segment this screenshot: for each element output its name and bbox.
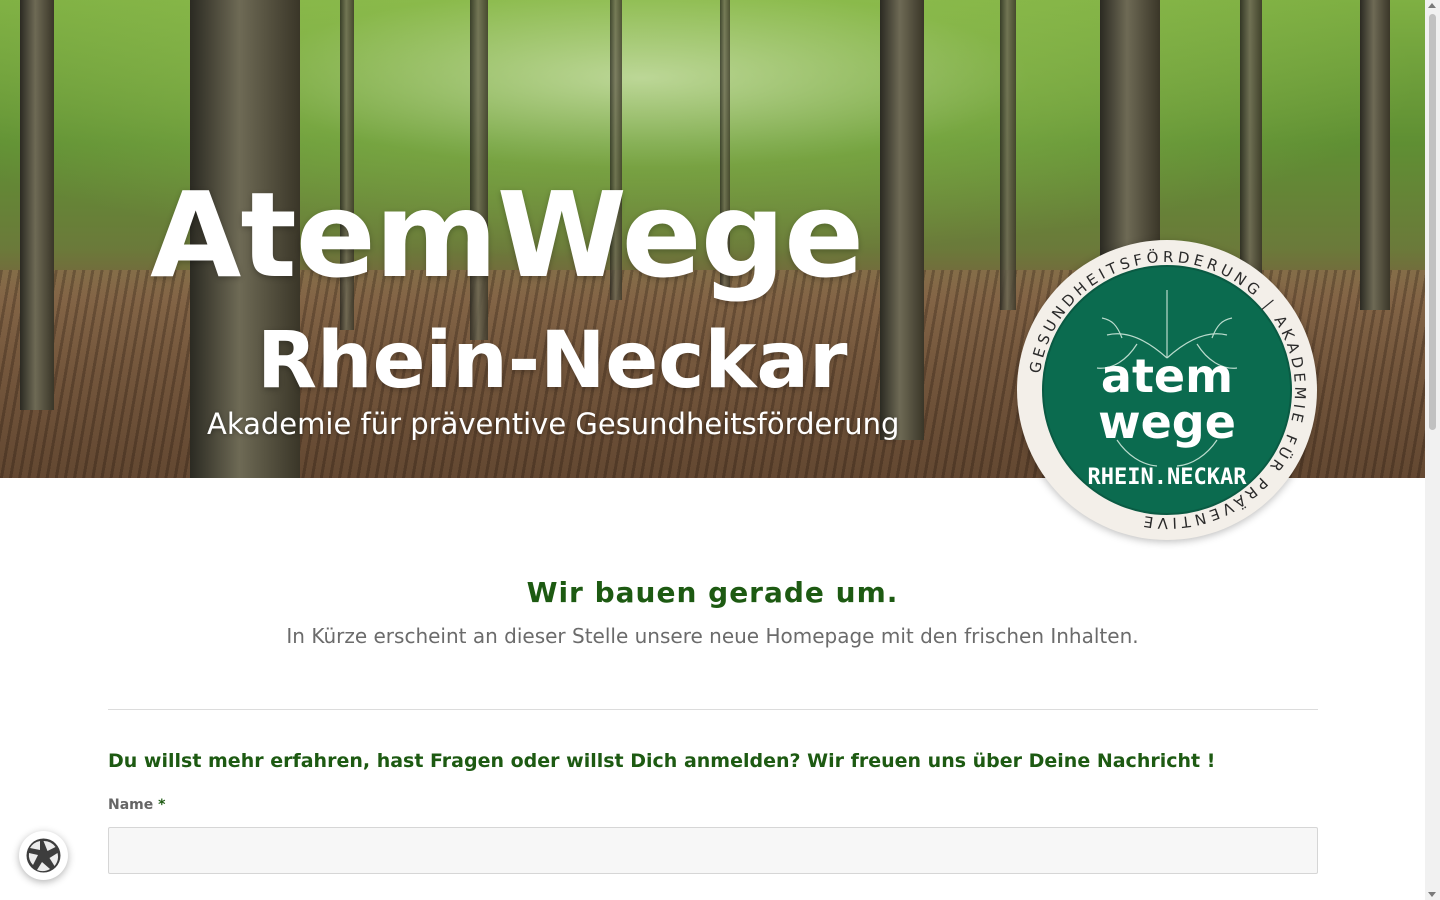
logo-word-wege: wege: [1098, 395, 1236, 449]
scroll-down-icon[interactable]: [1428, 892, 1436, 897]
page-scrollbar[interactable]: [1425, 0, 1440, 900]
section-divider: [108, 709, 1318, 710]
privacy-settings-icon: [26, 838, 61, 873]
site-tagline: Akademie für präventive Gesundheitsförde…: [207, 407, 900, 441]
contact-form-intro: Du willst mehr erfahren, hast Fragen ode…: [108, 750, 1216, 772]
scroll-up-icon[interactable]: [1428, 3, 1436, 8]
privacy-settings-button[interactable]: [19, 831, 68, 880]
site-subtitle: Rhein-Neckar: [257, 316, 848, 406]
tree-trunk: [1000, 0, 1016, 310]
page-lead-text: In Kürze erscheint an dieser Stelle unse…: [286, 624, 1139, 648]
required-marker: *: [158, 797, 166, 813]
site-title: AtemWege: [150, 166, 864, 304]
name-field-label: Name *: [108, 797, 165, 813]
atemwege-logo-badge: GESUNDHEITSFÖRDERUNG | AKADEMIE FÜR PRÄV…: [1017, 240, 1317, 540]
logo-region: RHEIN.NECKAR: [1088, 465, 1248, 490]
name-input[interactable]: [108, 827, 1318, 874]
tree-trunk: [1360, 0, 1390, 310]
tree-trunk: [20, 0, 54, 410]
page-headline: Wir bauen gerade um.: [526, 576, 899, 609]
scrollbar-thumb[interactable]: [1429, 14, 1436, 430]
name-label-text: Name: [108, 797, 154, 813]
logo-graphic: GESUNDHEITSFÖRDERUNG | AKADEMIE FÜR PRÄV…: [1026, 247, 1305, 532]
